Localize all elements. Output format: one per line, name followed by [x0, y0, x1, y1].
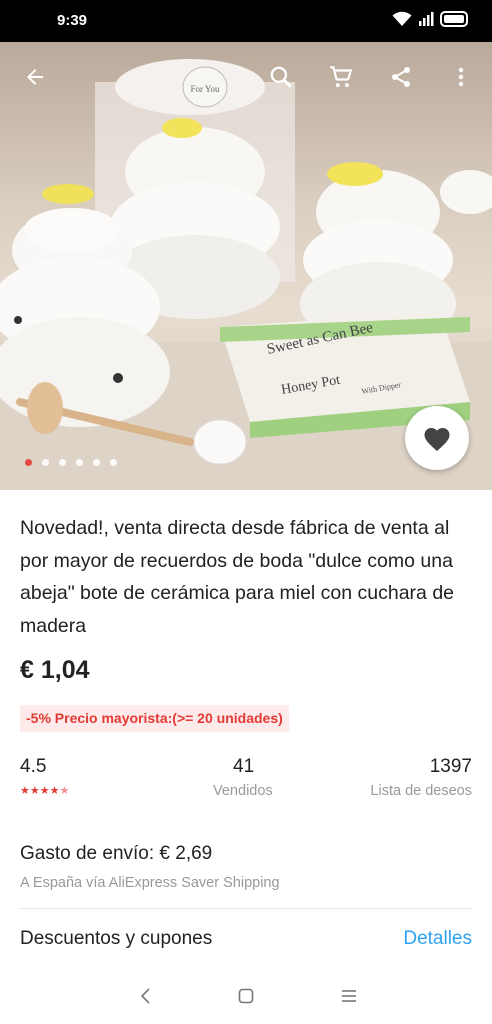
nav-home-button[interactable]: [234, 984, 258, 1008]
sold-count: 41: [233, 756, 255, 777]
favorite-button[interactable]: [405, 406, 469, 470]
gallery-dot[interactable]: [93, 459, 100, 466]
cart-button[interactable]: [324, 60, 358, 94]
nav-recents-button[interactable]: [337, 984, 361, 1008]
battery-icon: [440, 11, 468, 27]
nav-back-button[interactable]: [134, 984, 158, 1008]
product-title: Novedad!, venta directa desde fábrica de…: [20, 517, 455, 637]
cart-icon: [330, 66, 353, 88]
gallery-dot[interactable]: [110, 459, 117, 466]
home-square-icon: [238, 988, 254, 1004]
star-icon: ★: [49, 785, 60, 797]
gallery-dot[interactable]: [25, 459, 32, 466]
wholesale-promo-badge: -5% Precio mayorista:(>= 20 unidades): [20, 705, 289, 732]
wishlist-count: 1397: [429, 756, 472, 777]
star-icon: ★: [29, 785, 40, 797]
share-button[interactable]: [384, 60, 418, 94]
shipping-method: A España vía AliExpress Saver Shipping: [20, 875, 280, 891]
share-icon: [392, 67, 410, 87]
star-icon: ★: [20, 785, 30, 797]
status-time: 9:39: [57, 12, 88, 29]
more-button[interactable]: [444, 60, 478, 94]
gallery-indicator: [25, 459, 117, 466]
image-toolbar: [0, 42, 492, 112]
chevron-left-icon: [140, 988, 150, 1004]
gallery-dot[interactable]: [59, 459, 66, 466]
sold-label: Vendidos: [213, 783, 273, 799]
search-button[interactable]: [264, 60, 298, 94]
arrow-back-icon: [27, 69, 43, 85]
divider: [20, 908, 472, 909]
star-icon: ★: [39, 785, 50, 797]
rating-value: 4.5: [20, 756, 47, 777]
coupons-details-link[interactable]: Detalles: [403, 928, 472, 950]
status-icons: [392, 11, 470, 27]
shipping-cost[interactable]: Gasto de envío: € 2,69: [20, 843, 212, 865]
menu-lines-icon: [342, 990, 356, 1002]
rating-stars: ★★★★★: [20, 784, 69, 797]
back-button[interactable]: [18, 60, 52, 94]
signal-icon: [419, 12, 434, 26]
status-bar: 9:39: [0, 0, 492, 42]
more-vert-icon: [458, 67, 464, 87]
gallery-dot[interactable]: [42, 459, 49, 466]
search-icon: [270, 66, 292, 88]
product-price: € 1,04: [20, 656, 90, 684]
system-nav-bar: [0, 966, 492, 1024]
star-icon: ★: [59, 785, 70, 797]
wishlist-label: Lista de deseos: [370, 783, 472, 799]
heart-icon: [424, 428, 450, 451]
coupons-title: Descuentos y cupones: [20, 928, 213, 949]
gallery-dot[interactable]: [76, 459, 83, 466]
wifi-icon: [392, 11, 412, 26]
